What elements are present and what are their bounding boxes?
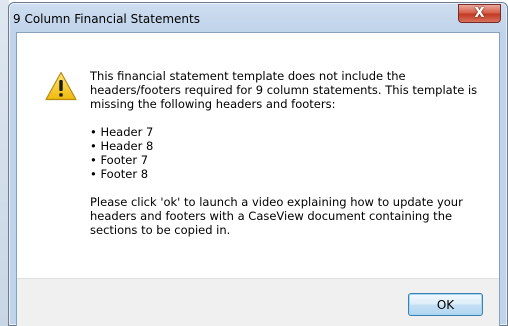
message-outro: Please click 'ok' to launch a video expl… — [90, 195, 463, 237]
ok-button[interactable]: OK — [408, 293, 483, 316]
message-dialog: 9 Column Financial Statements X This fin… — [8, 2, 508, 326]
message-text: This financial statement template does n… — [90, 69, 490, 251]
button-bar: OK — [17, 278, 499, 326]
title-bar[interactable]: 9 Column Financial Statements X — [9, 3, 507, 32]
window-title: 9 Column Financial Statements — [13, 12, 200, 26]
message-intro: This financial statement template does n… — [90, 69, 478, 111]
message-area: This financial statement template does n… — [17, 33, 499, 278]
missing-sections-list: Header 7 Header 8 Footer 7 Footer 8 — [90, 125, 490, 181]
dialog-client-area: This financial statement template does n… — [16, 32, 500, 326]
warning-icon — [45, 71, 77, 101]
list-item: Footer 7 — [90, 153, 490, 167]
list-item: Footer 8 — [90, 167, 490, 181]
list-item: Header 7 — [90, 125, 490, 139]
close-icon: X — [474, 6, 485, 21]
close-button[interactable]: X — [458, 4, 501, 23]
list-item: Header 8 — [90, 139, 490, 153]
